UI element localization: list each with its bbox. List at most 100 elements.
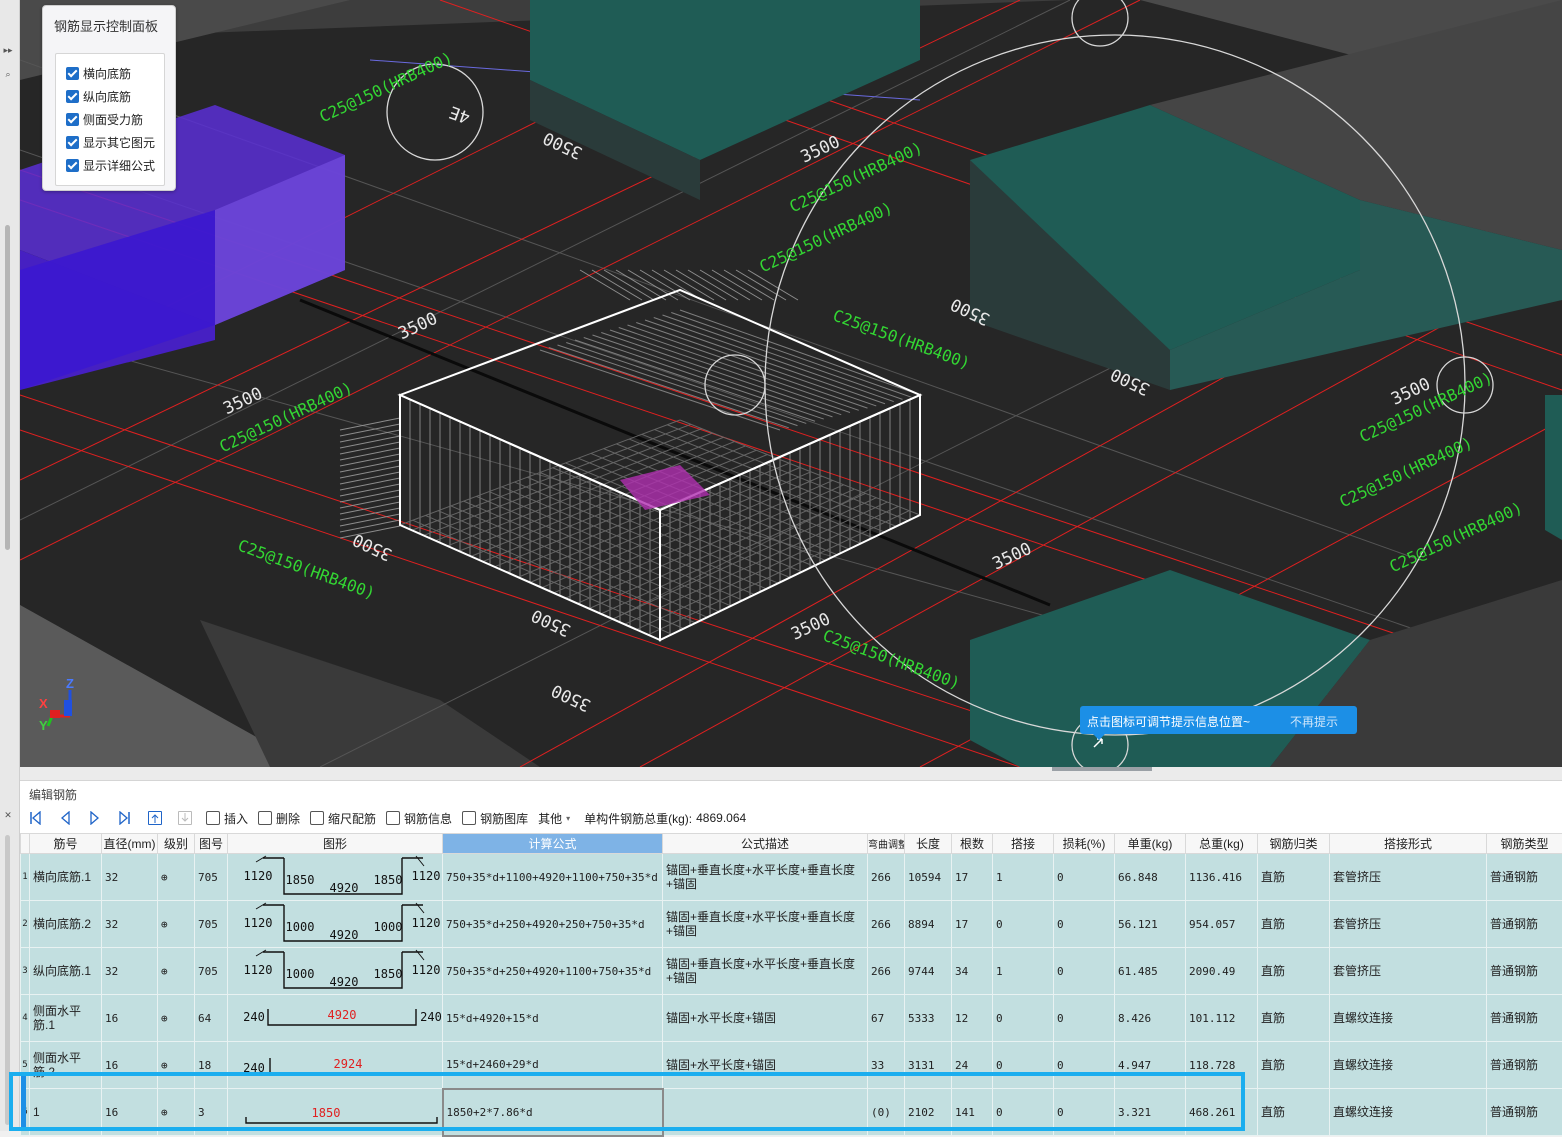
row-number[interactable]: 3 [21, 948, 30, 995]
cell-name[interactable]: 侧面水平筋.2 [30, 1042, 102, 1089]
cell-desc[interactable]: 锚固+垂直长度+水平长度+垂直长度+锚固 [663, 854, 868, 901]
left-scrollbar[interactable] [5, 225, 10, 550]
scale-rebar-button[interactable]: 缩尺配筋 [310, 810, 376, 827]
cell-bend[interactable]: 266 [868, 854, 905, 901]
cell-lap-form[interactable]: 直螺纹连接 [1330, 995, 1487, 1042]
cell-unit-w[interactable]: 3.321 [1115, 1089, 1186, 1136]
grade-cell[interactable]: ⊕ [158, 1042, 195, 1089]
cell-total-w[interactable]: 1136.416 [1186, 854, 1258, 901]
column-header[interactable]: 搭接形式 [1330, 834, 1487, 854]
rebar-info-button[interactable]: 钢筋信息 [386, 810, 452, 827]
column-header[interactable]: 总重(kg) [1186, 834, 1258, 854]
cell-fig-no[interactable]: 705 [195, 948, 228, 995]
cell-count[interactable]: 17 [952, 854, 993, 901]
cell-type[interactable]: 普通钢筋 [1487, 1089, 1562, 1136]
cell-bend[interactable]: 266 [868, 901, 905, 948]
column-header[interactable]: 筋号 [30, 834, 102, 854]
checkbox-icon[interactable] [66, 159, 79, 172]
cell-dia[interactable]: 32 [102, 854, 158, 901]
cell-bend[interactable]: 33 [868, 1042, 905, 1089]
panel-splitter[interactable] [20, 767, 1562, 781]
column-header[interactable]: 损耗(%) [1054, 834, 1115, 854]
cell-type[interactable]: 普通钢筋 [1487, 901, 1562, 948]
grade-cell[interactable]: ⊕ [158, 1089, 195, 1136]
table-row[interactable]: 3纵向底筋.132⊕70511201000492018501120750+35*… [21, 948, 1562, 995]
table-row[interactable]: 5侧面水平筋.216⊕18240292415*d+2460+29*d锚固+水平长… [21, 1042, 1562, 1089]
cell-count[interactable]: 141 [952, 1089, 993, 1136]
shape-figure-cell[interactable]: 1850 [228, 1089, 443, 1136]
table-scrollbar[interactable] [5, 835, 10, 1125]
cell-length[interactable]: 3131 [905, 1042, 952, 1089]
cell-unit-w[interactable]: 4.947 [1115, 1042, 1186, 1089]
cell-loss[interactable]: 0 [1054, 1089, 1115, 1136]
cell-formula[interactable]: 750+35*d+250+4920+250+750+35*d [443, 901, 663, 948]
cell-desc[interactable]: 锚固+水平长度+锚固 [663, 1042, 868, 1089]
cell-total-w[interactable]: 954.057 [1186, 901, 1258, 948]
column-header[interactable]: 长度 [905, 834, 952, 854]
column-header[interactable]: 直径(mm) [102, 834, 158, 854]
cell-formula[interactable]: 15*d+2460+29*d [443, 1042, 663, 1089]
cell-loss[interactable]: 0 [1054, 948, 1115, 995]
grade-cell[interactable]: ⊕ [158, 995, 195, 1042]
column-header[interactable]: 公式描述 [663, 834, 868, 854]
column-header[interactable]: 单重(kg) [1115, 834, 1186, 854]
cell-count[interactable]: 24 [952, 1042, 993, 1089]
cell-length[interactable]: 8894 [905, 901, 952, 948]
shape-figure-cell[interactable]: 2402924 [228, 1042, 443, 1089]
cell-fig-no[interactable]: 705 [195, 854, 228, 901]
close-icon[interactable]: ✕ [0, 805, 16, 825]
option-show-detail-formula[interactable]: 显示详细公式 [56, 154, 164, 177]
cell-type[interactable]: 普通钢筋 [1487, 1042, 1562, 1089]
cell-fig-no[interactable]: 18 [195, 1042, 228, 1089]
cell-type[interactable]: 普通钢筋 [1487, 995, 1562, 1042]
shape-figure-cell[interactable]: 11201000492018501120 [228, 948, 443, 995]
cell-count[interactable]: 17 [952, 901, 993, 948]
search-icon[interactable]: ⌕ [0, 64, 16, 84]
cell-length[interactable]: 10594 [905, 854, 952, 901]
first-record-icon[interactable] [29, 811, 41, 825]
cell-lap-form[interactable]: 直螺纹连接 [1330, 1042, 1487, 1089]
column-header[interactable]: 级别 [158, 834, 195, 854]
cell-bend[interactable]: (0) [868, 1089, 905, 1136]
grade-cell[interactable]: ⊕ [158, 901, 195, 948]
previous-record-icon[interactable] [59, 811, 71, 825]
table-row[interactable]: 4侧面水平筋.116⊕64240492024015*d+4920+15*d锚固+… [21, 995, 1562, 1042]
cell-lap[interactable]: 0 [993, 1042, 1054, 1089]
cell-lap[interactable]: 1 [993, 854, 1054, 901]
shape-figure-cell[interactable]: 11201850492018501120 [228, 854, 443, 901]
cell-bend[interactable]: 67 [868, 995, 905, 1042]
cell-fig-no[interactable]: 64 [195, 995, 228, 1042]
cell-total-w[interactable]: 2090.49 [1186, 948, 1258, 995]
checkbox-icon[interactable] [66, 67, 79, 80]
cell-dia[interactable]: 16 [102, 1089, 158, 1136]
grade-cell[interactable]: ⊕ [158, 854, 195, 901]
column-header[interactable]: 钢筋归类 [1258, 834, 1330, 854]
cell-lap[interactable]: 0 [993, 901, 1054, 948]
cell-loss[interactable]: 0 [1054, 854, 1115, 901]
column-header[interactable]: 图形 [228, 834, 443, 854]
dont-show-again-link[interactable]: 不再提示 [1290, 713, 1338, 730]
cell-lap-form[interactable]: 套管挤压 [1330, 948, 1487, 995]
cell-name[interactable]: 纵向底筋.1 [30, 948, 102, 995]
column-header[interactable]: 弯曲调整 [868, 834, 905, 854]
column-header[interactable]: 钢筋类型 [1487, 834, 1562, 854]
cell-count[interactable]: 34 [952, 948, 993, 995]
cell-formula[interactable]: 750+35*d+1100+4920+1100+750+35*d [443, 854, 663, 901]
cell-length[interactable]: 9744 [905, 948, 952, 995]
cell-name[interactable]: 1 [30, 1089, 102, 1136]
column-header[interactable]: 搭接 [993, 834, 1054, 854]
cell-total-w[interactable]: 468.261 [1186, 1089, 1258, 1136]
cell-loss[interactable]: 0 [1054, 995, 1115, 1042]
shape-figure-cell[interactable]: 2404920240 [228, 995, 443, 1042]
cell-type[interactable]: 普通钢筋 [1487, 948, 1562, 995]
cell-lap-form[interactable]: 直螺纹连接 [1330, 1089, 1487, 1136]
rebar-library-button[interactable]: 钢筋图库 [462, 810, 528, 827]
cell-desc[interactable] [663, 1089, 868, 1136]
cell-category[interactable]: 直筋 [1258, 1042, 1330, 1089]
cell-length[interactable]: 2102 [905, 1089, 952, 1136]
cell-lap[interactable]: 1 [993, 948, 1054, 995]
cell-formula[interactable]: 1850+2*7.86*d [443, 1089, 663, 1136]
cell-unit-w[interactable]: 56.121 [1115, 901, 1186, 948]
cell-count[interactable]: 12 [952, 995, 993, 1042]
cell-dia[interactable]: 32 [102, 901, 158, 948]
